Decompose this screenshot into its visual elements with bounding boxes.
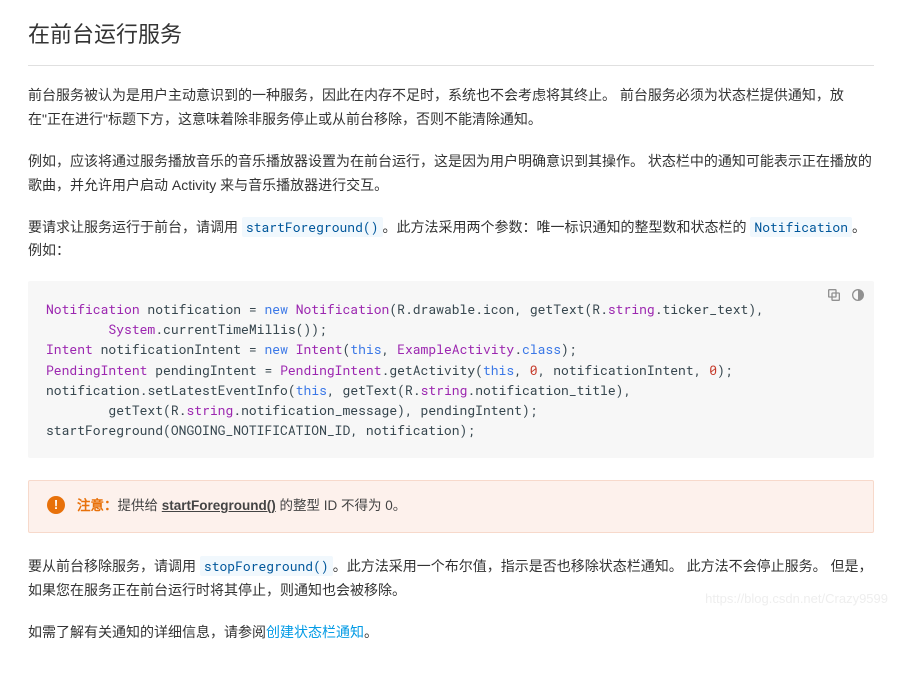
text-run: 。此方法采用两个参数：唯一标识通知的整型数和状态栏的 (383, 219, 751, 235)
page-title: 在前台运行服务 (28, 16, 874, 59)
text-run: 要请求让服务运行于前台，请调用 (28, 219, 242, 235)
code-content[interactable]: Notification notification = new Notifica… (28, 281, 874, 458)
code-stopforeground[interactable]: stopForeground() (200, 556, 333, 576)
warning-note: ! 注意：提供给 startForeground() 的整型 ID 不得为 0。 (28, 480, 874, 533)
intro-paragraph-3: 要请求让服务运行于前台，请调用 startForeground()。此方法采用两… (28, 216, 874, 264)
intro-paragraph-1: 前台服务被认为是用户主动意识到的一种服务，因此在内存不足时，系统也不会考虑将其终… (28, 84, 874, 132)
code-block: Notification notification = new Notifica… (28, 281, 874, 458)
text-run: 提供给 (118, 498, 162, 513)
intro-paragraph-2: 例如，应该将通过服务播放音乐的音乐播放器设置为在前台运行，这是因为用户明确意识到… (28, 150, 874, 198)
link-create-notification[interactable]: 创建状态栏通知 (266, 624, 364, 640)
section-divider (28, 65, 874, 66)
paragraph-more-info: 如需了解有关通知的详细信息，请参阅创建状态栏通知。 (28, 621, 874, 645)
warning-icon: ! (47, 496, 65, 514)
paragraph-stopforeground: 要从前台移除服务，请调用 stopForeground()。此方法采用一个布尔值… (28, 555, 874, 603)
text-run: 。 (364, 624, 378, 640)
code-startforeground[interactable]: startForeground() (242, 217, 383, 237)
theme-icon[interactable] (850, 287, 866, 311)
code-notification[interactable]: Notification (750, 217, 852, 237)
warning-text: 注意：提供给 startForeground() 的整型 ID 不得为 0。 (77, 495, 406, 518)
text-run: 的整型 ID 不得为 0。 (276, 498, 407, 513)
text-run: 要从前台移除服务，请调用 (28, 558, 200, 574)
note-fn[interactable]: startForeground() (162, 498, 276, 513)
copy-icon[interactable] (826, 287, 842, 311)
text-run: 如需了解有关通知的详细信息，请参阅 (28, 624, 266, 640)
note-label: 注意： (77, 498, 118, 513)
